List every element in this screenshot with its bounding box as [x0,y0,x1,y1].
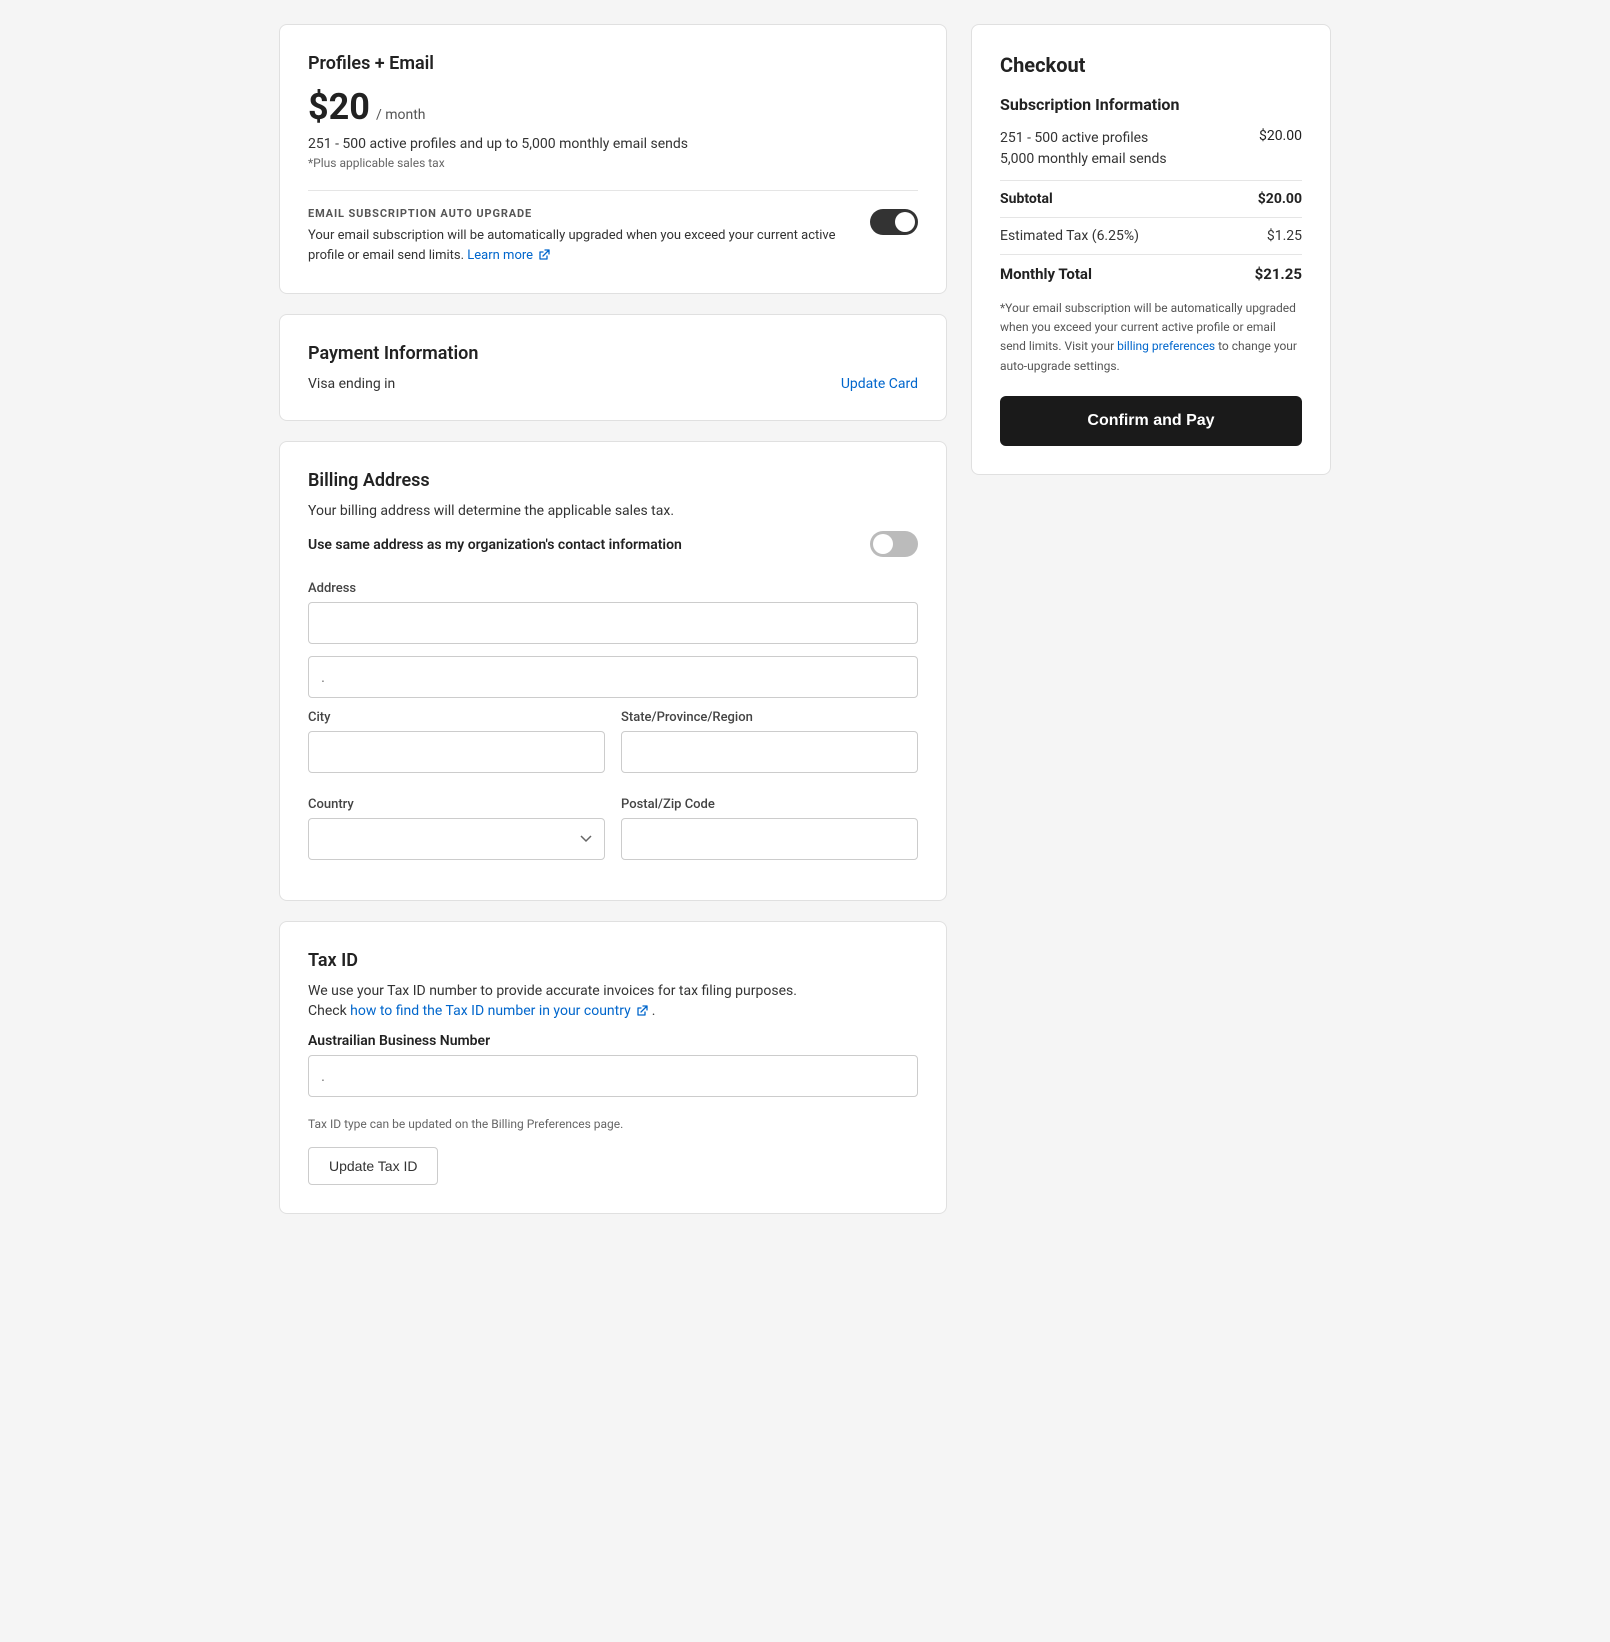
address2-input[interactable] [308,656,918,698]
address-label: Address [308,581,918,596]
visa-label: Visa ending in [308,376,395,392]
country-label: Country [308,797,605,812]
external-link-icon-2 [636,1005,648,1017]
tax-desc: We use your Tax ID number to provide acc… [308,983,918,999]
tax-id-input[interactable] [308,1055,918,1097]
checkout-line-amount: $20.00 [1259,128,1302,144]
update-card-link[interactable]: Update Card [841,376,918,392]
auto-upgrade-toggle[interactable] [870,209,918,239]
billing-prefs-link[interactable]: billing preferences [1117,339,1218,353]
postal-input[interactable] [621,818,918,860]
city-label: City [308,710,605,725]
price-period: / month [376,107,426,123]
tax-id-card: Tax ID We use your Tax ID number to prov… [279,921,947,1214]
divider [308,190,918,191]
profiles-description: 251 - 500 active profiles and up to 5,00… [308,136,918,152]
payment-title: Payment Information [308,343,918,364]
update-tax-button[interactable]: Update Tax ID [308,1147,438,1185]
same-address-toggle[interactable] [870,531,918,561]
subscription-info-label: Subscription Information [1000,95,1302,114]
checkout-divider-1 [1000,180,1302,181]
checkout-email-text: 5,000 monthly email sends [1000,149,1259,170]
profiles-email-card: Profiles + Email $20 / month 251 - 500 a… [279,24,947,294]
auto-upgrade-desc: Your email subscription will be automati… [308,226,854,265]
learn-more-link[interactable]: Learn more [467,248,550,263]
checkout-total: Monthly Total $21.25 [1000,265,1302,283]
checkout-profiles-text: 251 - 500 active profiles [1000,128,1259,149]
tax-label: Estimated Tax (6.25%) [1000,228,1139,244]
state-input[interactable] [621,731,918,773]
billing-desc: Your billing address will determine the … [308,503,918,519]
tax-amount: $1.25 [1267,228,1302,244]
total-label: Monthly Total [1000,265,1092,283]
checkout-note: *Your email subscription will be automat… [1000,299,1302,376]
state-label: State/Province/Region [621,710,918,725]
checkout-line-profiles: 251 - 500 active profiles 5,000 monthly … [1000,128,1302,170]
checkout-tax-line: Estimated Tax (6.25%) $1.25 [1000,228,1302,244]
billing-address-card: Billing Address Your billing address wil… [279,441,947,901]
tax-note: Tax ID type can be updated on the Billin… [308,1117,918,1131]
tax-field-label: Austrailian Business Number [308,1033,918,1049]
city-input[interactable] [308,731,605,773]
profiles-title: Profiles + Email [308,53,918,74]
postal-label: Postal/Zip Code [621,797,918,812]
subtotal-label: Subtotal [1000,191,1053,207]
payment-information-card: Payment Information Visa ending in Updat… [279,314,947,421]
billing-title: Billing Address [308,470,918,491]
address-input[interactable] [308,602,918,644]
same-address-label: Use same address as my organization's co… [308,537,682,553]
checkout-title: Checkout [1000,53,1302,77]
tax-id-title: Tax ID [308,950,918,971]
auto-upgrade-label: EMAIL SUBSCRIPTION AUTO UPGRADE [308,207,854,220]
checkout-panel: Checkout Subscription Information 251 - … [971,24,1331,475]
tax-id-country-link[interactable]: how to find the Tax ID number in your co… [350,1003,652,1019]
price-amount: $20 [308,86,370,128]
total-amount: $21.25 [1255,265,1302,283]
checkout-divider-2 [1000,217,1302,218]
checkout-divider-3 [1000,254,1302,255]
country-select[interactable] [308,818,605,860]
tax-check-row: Check how to find the Tax ID number in y… [308,1003,918,1019]
profiles-tax-note: *Plus applicable sales tax [308,156,918,170]
external-link-icon [538,249,550,261]
subtotal-amount: $20.00 [1258,191,1302,207]
checkout-subtotal: Subtotal $20.00 [1000,191,1302,207]
confirm-and-pay-button[interactable]: Confirm and Pay [1000,396,1302,446]
